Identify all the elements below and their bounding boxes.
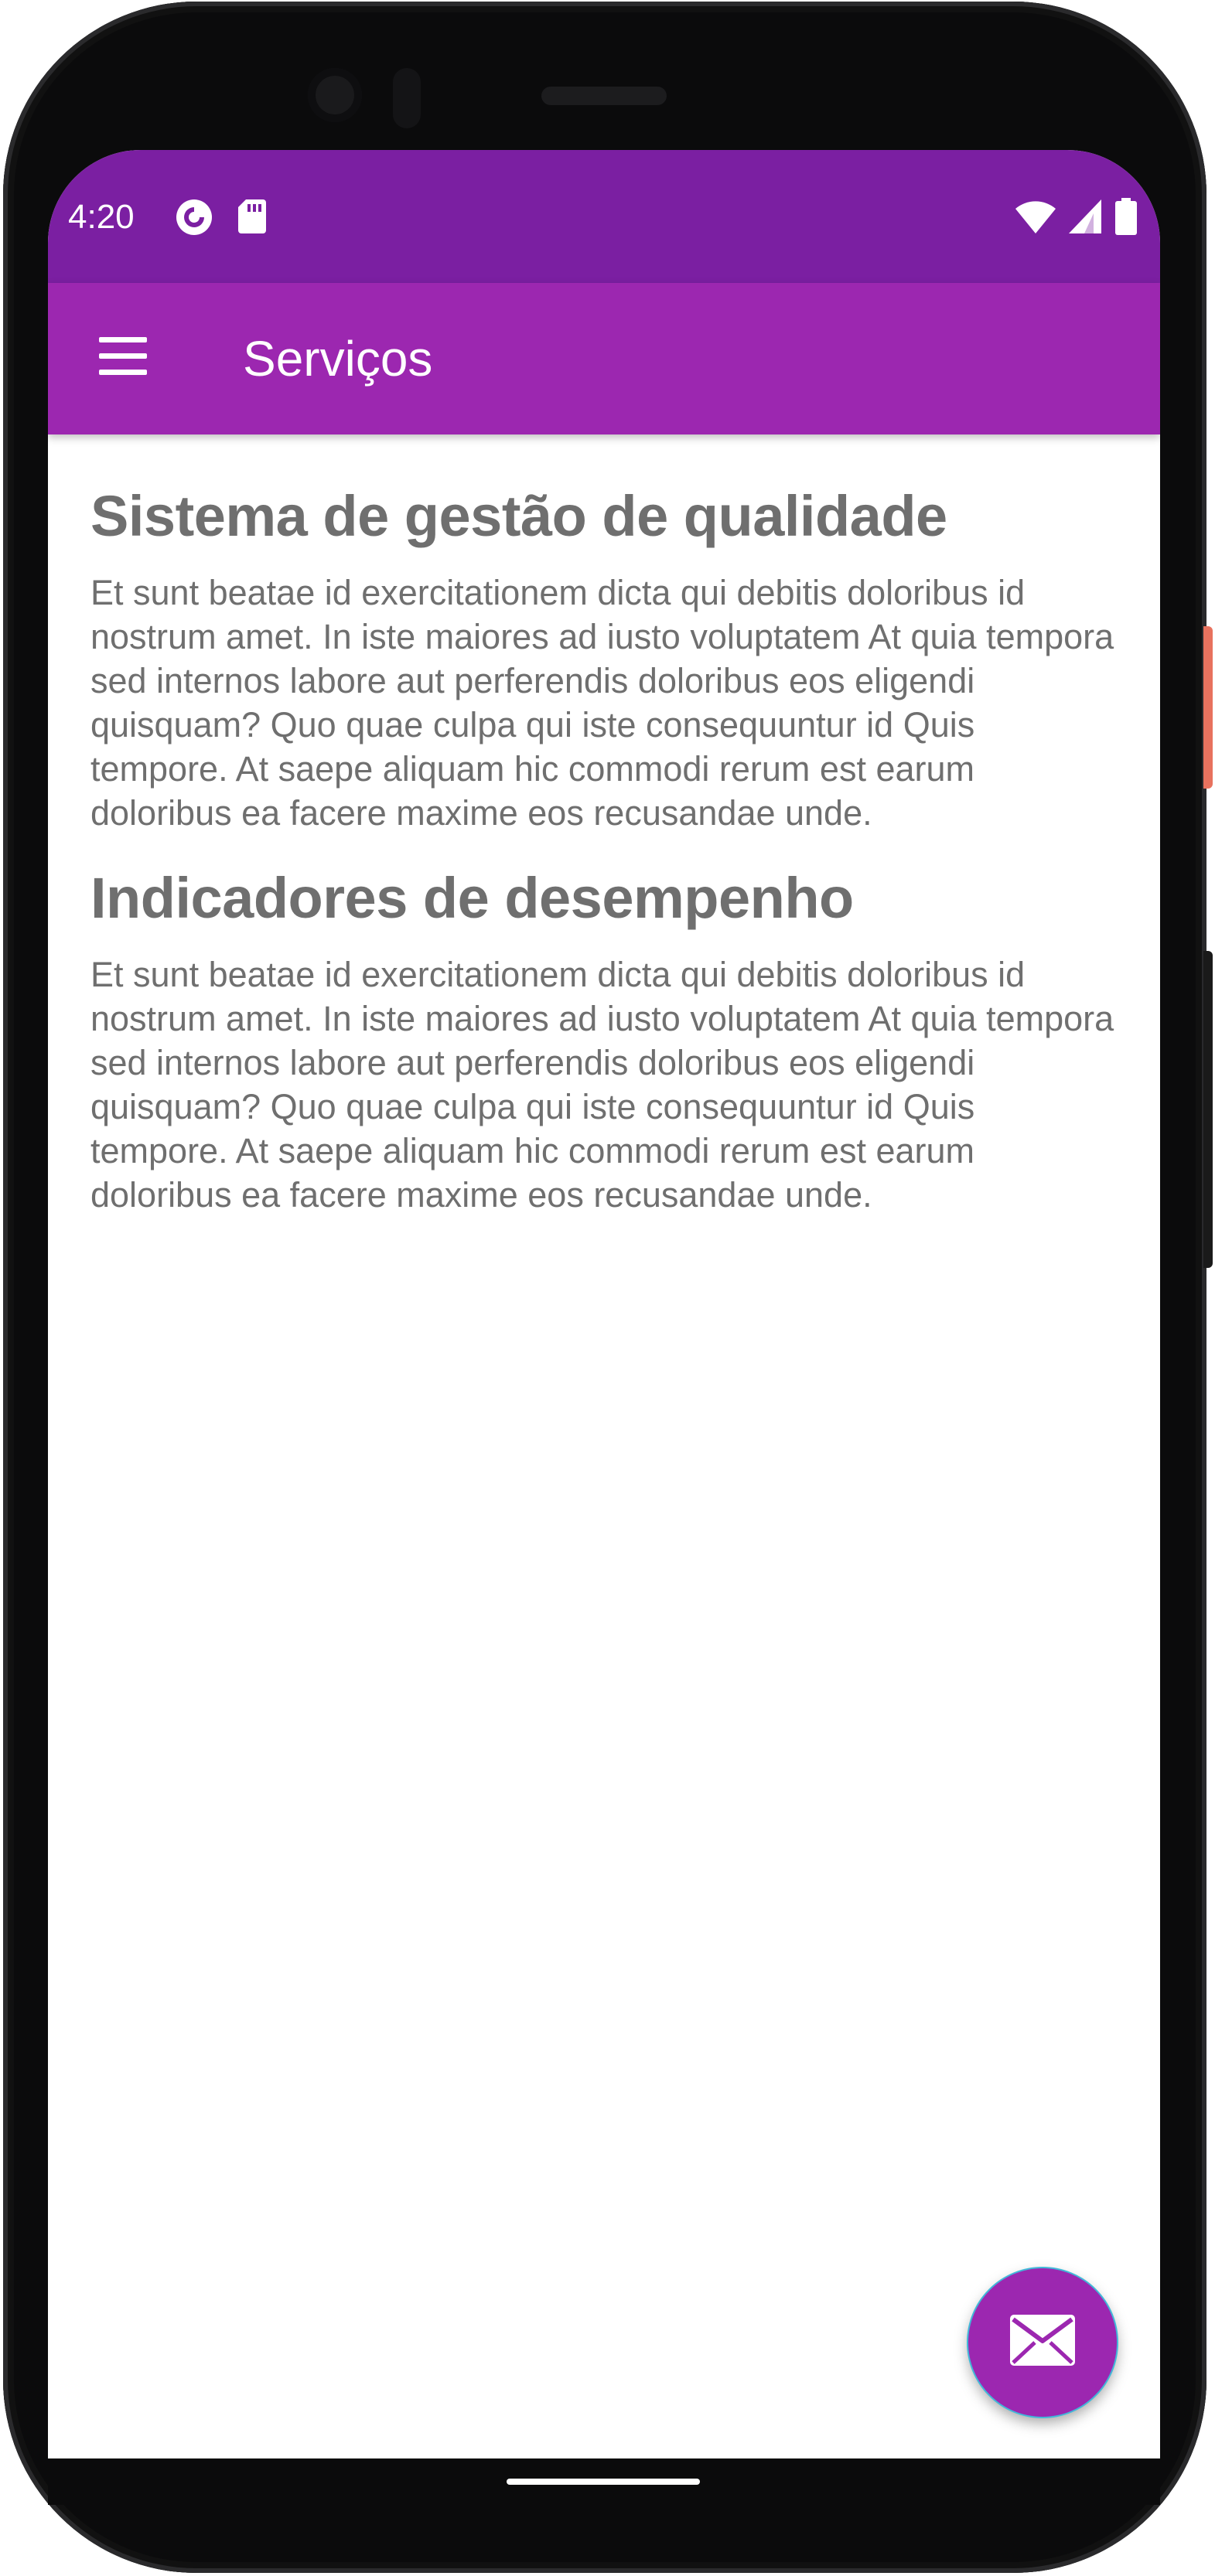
wifi-icon xyxy=(1015,198,1056,235)
section-quality-management: Sistema de gestão de qualidade Et sunt b… xyxy=(90,482,1127,835)
status-time: 4:20 xyxy=(68,198,135,236)
pocket-casts-notification-icon xyxy=(175,198,213,235)
screen: 4:20 Serviços Sistema de gestão de quali… xyxy=(48,150,1160,2469)
section-performance-indicators: Indicadores de desempenho Et sunt beatae… xyxy=(90,864,1127,1217)
app-bar: Serviços xyxy=(48,283,1160,434)
section-heading: Sistema de gestão de qualidade xyxy=(90,484,947,548)
front-camera xyxy=(308,68,362,122)
volume-button xyxy=(1203,951,1213,1268)
page-title: Serviços xyxy=(243,331,433,387)
earpiece-speaker xyxy=(541,87,667,105)
battery-icon xyxy=(1115,198,1137,235)
section-body: Et sunt beatae id exercitationem dicta q… xyxy=(90,573,1114,833)
proximity-sensor xyxy=(393,68,421,128)
sd-card-icon xyxy=(237,198,268,235)
power-button xyxy=(1203,626,1213,789)
home-indicator[interactable] xyxy=(507,2479,700,2485)
mail-icon xyxy=(1010,2315,1075,2366)
section-body: Et sunt beatae id exercitationem dicta q… xyxy=(90,955,1114,1215)
hamburger-menu-icon[interactable] xyxy=(96,332,150,379)
status-bar: 4:20 xyxy=(48,150,1160,283)
device-frame: 4:20 Serviços Sistema de gestão de quali… xyxy=(0,0,1215,2576)
email-fab-button[interactable] xyxy=(968,2268,1117,2417)
section-heading: Indicadores de desempenho xyxy=(90,866,854,930)
cell-signal-icon xyxy=(1067,198,1103,235)
content-area: Sistema de gestão de qualidade Et sunt b… xyxy=(90,482,1127,1246)
